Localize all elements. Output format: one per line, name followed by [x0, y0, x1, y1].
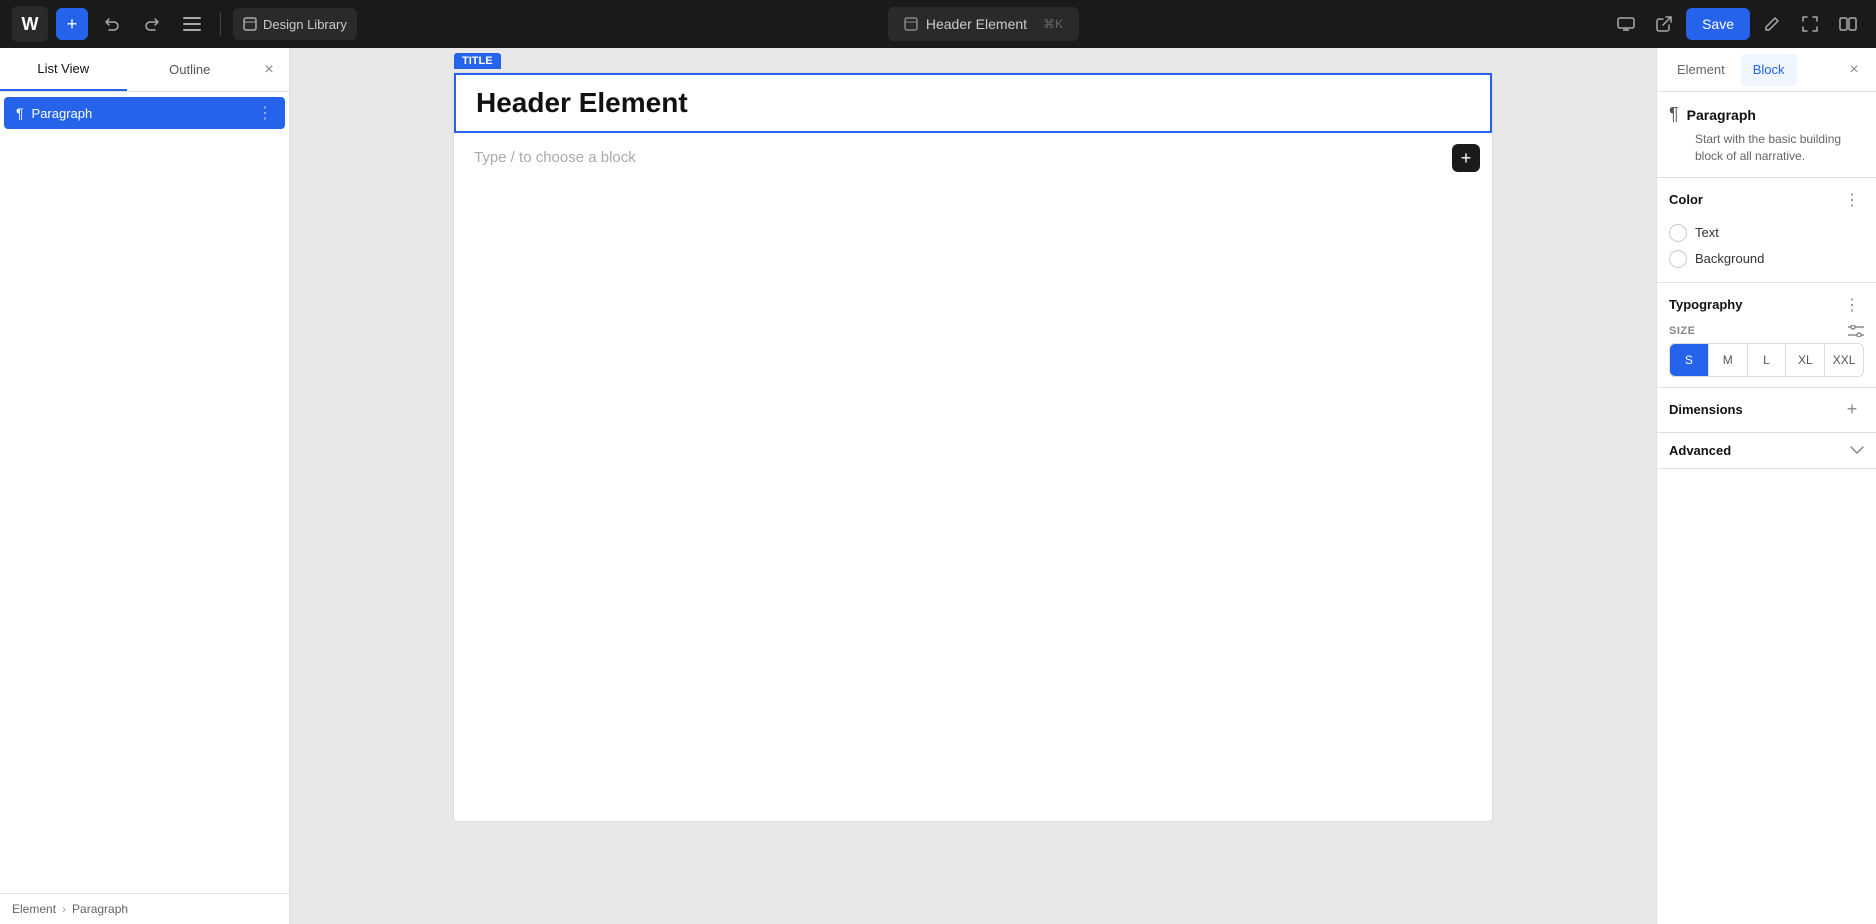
redo-button[interactable]: [136, 8, 168, 40]
typography-section-title: Typography: [1669, 297, 1742, 312]
header-block[interactable]: TITLE Header Element: [454, 73, 1492, 133]
paragraph-icon: ¶: [16, 105, 24, 121]
advanced-header[interactable]: Advanced: [1669, 443, 1864, 458]
color-section-header: Color ⋮: [1669, 188, 1864, 212]
document-title: Header Element: [926, 16, 1027, 32]
block-info-title: Paragraph: [1687, 107, 1756, 123]
desktop-view-button[interactable]: [1610, 8, 1642, 40]
main-layout: List View Outline × ¶ Paragraph ⋮ Elemen…: [0, 48, 1876, 924]
left-panel-close-button[interactable]: ×: [253, 54, 285, 86]
right-tab-group: Element Block: [1665, 54, 1797, 86]
text-color-label: Text: [1695, 225, 1719, 240]
panel-content: ¶ Paragraph ⋮: [0, 92, 289, 893]
size-m-button[interactable]: M: [1709, 344, 1748, 376]
editor-area[interactable]: TITLE Header Element Type / to choose a …: [290, 48, 1656, 924]
tab-element[interactable]: Element: [1665, 54, 1737, 86]
list-item[interactable]: ¶ Paragraph ⋮: [4, 97, 285, 129]
color-row-text[interactable]: Text: [1669, 220, 1864, 246]
breadcrumb-separator: ›: [62, 902, 66, 916]
panel-footer: Element › Paragraph: [0, 893, 289, 924]
view-toggle-button[interactable]: [1832, 8, 1864, 40]
panel-item-label: Paragraph: [32, 106, 249, 121]
right-panel-close-button[interactable]: ×: [1840, 56, 1868, 84]
color-more-button[interactable]: ⋮: [1840, 188, 1864, 212]
size-s-button[interactable]: S: [1670, 344, 1709, 376]
item-more-button[interactable]: ⋮: [257, 103, 273, 123]
design-library-label: Design Library: [263, 17, 347, 32]
tab-outline[interactable]: Outline: [127, 48, 254, 91]
left-panel-header: List View Outline ×: [0, 48, 289, 92]
typography-size-header: SIZE: [1669, 325, 1864, 337]
editor-placeholder: Type / to choose a block: [474, 149, 636, 166]
advanced-section: Advanced: [1657, 433, 1876, 469]
block-info-description: Start with the basic building block of a…: [1695, 131, 1864, 165]
block-type-badge: TITLE: [454, 53, 501, 69]
dimensions-section-title: Dimensions: [1669, 402, 1743, 417]
editor-canvas: TITLE Header Element Type / to choose a …: [453, 72, 1493, 822]
color-section: Color ⋮ Text Background: [1657, 178, 1876, 283]
undo-button[interactable]: [96, 8, 128, 40]
typography-section-header: Typography ⋮: [1669, 293, 1864, 317]
add-block-toolbar-button[interactable]: +: [56, 8, 88, 40]
size-label: SIZE: [1669, 325, 1695, 337]
tab-list-view[interactable]: List View: [0, 48, 127, 91]
external-link-button[interactable]: [1648, 8, 1680, 40]
dimensions-header: Dimensions +: [1669, 398, 1864, 422]
breadcrumb-paragraph[interactable]: Paragraph: [72, 902, 128, 916]
document-title-button[interactable]: Header Element ⌘K: [888, 7, 1079, 41]
toolbar-divider: [220, 12, 221, 36]
editor-body[interactable]: Type / to choose a block +: [454, 133, 1492, 183]
toolbar-center: Header Element ⌘K: [365, 7, 1602, 41]
background-color-circle[interactable]: [1669, 250, 1687, 268]
toolbar: W + Design Library Header Element ⌘K Sav…: [0, 0, 1876, 48]
resize-button[interactable]: [1794, 8, 1826, 40]
background-color-label: Background: [1695, 251, 1764, 266]
size-xxl-button[interactable]: XXL: [1825, 344, 1863, 376]
block-info: ¶ Paragraph Start with the basic buildin…: [1657, 92, 1876, 178]
advanced-chevron-button[interactable]: [1850, 446, 1864, 454]
size-l-button[interactable]: L: [1748, 344, 1787, 376]
menu-button[interactable]: [176, 8, 208, 40]
edit-mode-button[interactable]: [1756, 8, 1788, 40]
add-block-button[interactable]: +: [1452, 144, 1480, 172]
color-row-background[interactable]: Background: [1669, 246, 1864, 272]
toolbar-right: Save: [1610, 8, 1864, 40]
right-panel: Element Block × ¶ Paragraph Start with t…: [1656, 48, 1876, 924]
right-panel-tabs: Element Block ×: [1657, 48, 1876, 92]
size-buttons-group: S M L XL XXL: [1669, 343, 1864, 377]
block-info-icon: ¶: [1669, 104, 1679, 125]
text-color-circle[interactable]: [1669, 224, 1687, 242]
save-button[interactable]: Save: [1686, 8, 1750, 40]
typography-section: Typography ⋮ SIZE S M L XL XXL: [1657, 283, 1876, 388]
dimensions-add-button[interactable]: +: [1840, 398, 1864, 422]
shortcut-badge: ⌘K: [1043, 17, 1063, 31]
dimensions-section: Dimensions +: [1657, 388, 1876, 433]
breadcrumb-element[interactable]: Element: [12, 902, 56, 916]
size-xl-button[interactable]: XL: [1786, 344, 1825, 376]
left-panel: List View Outline × ¶ Paragraph ⋮ Elemen…: [0, 48, 290, 924]
advanced-section-title: Advanced: [1669, 443, 1731, 458]
color-section-title: Color: [1669, 192, 1703, 207]
header-title[interactable]: Header Element: [476, 87, 1470, 119]
typography-more-button[interactable]: ⋮: [1840, 293, 1864, 317]
app-logo: W: [12, 6, 48, 42]
block-info-header: ¶ Paragraph: [1669, 104, 1864, 125]
design-library-icon-btn[interactable]: Design Library: [233, 8, 357, 40]
size-adjust-button[interactable]: [1848, 325, 1864, 337]
tab-block[interactable]: Block: [1741, 54, 1797, 86]
